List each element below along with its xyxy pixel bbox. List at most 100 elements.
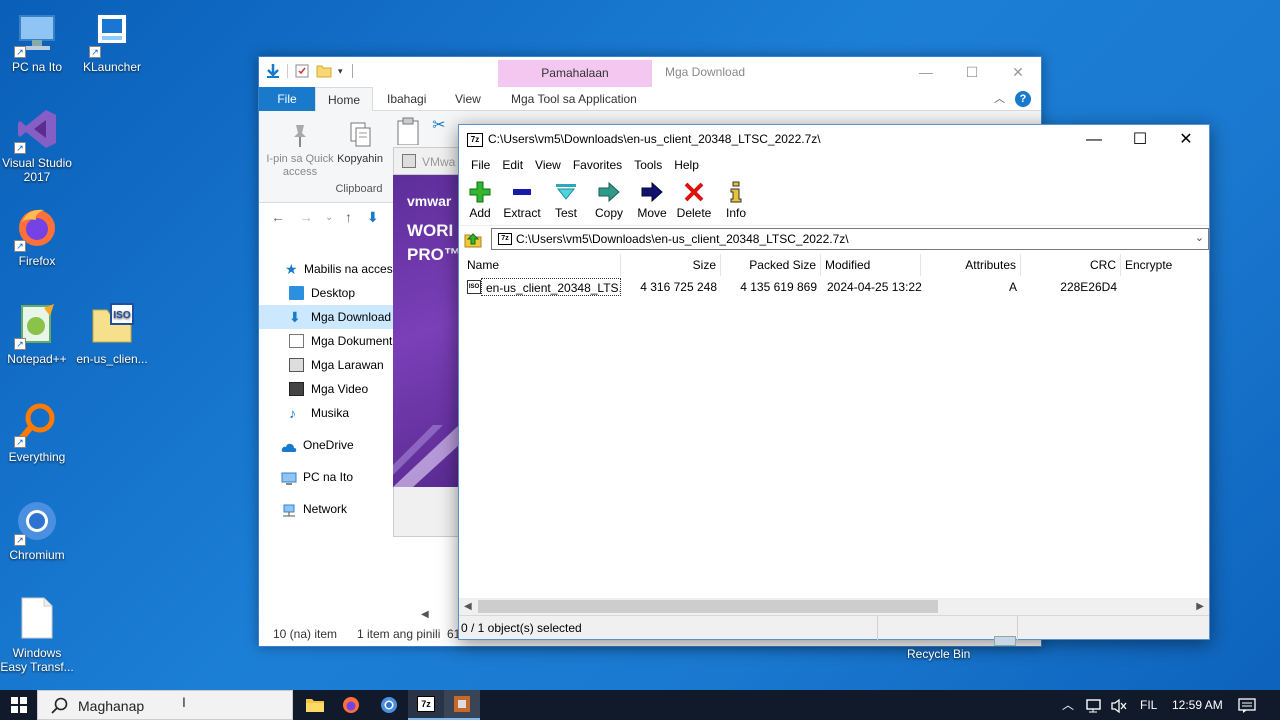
sidebar-item-videos[interactable]: Mga Video xyxy=(259,377,394,401)
sidebar-item-music[interactable]: ♪ Musika xyxy=(259,401,394,425)
extract-button[interactable]: Extract xyxy=(501,180,543,220)
move-button[interactable]: Move xyxy=(635,180,669,220)
cut-button[interactable]: ✂ xyxy=(429,115,449,135)
column-header-name[interactable]: Name xyxy=(463,254,621,276)
firefox-icon: ↗ xyxy=(14,204,60,252)
sevenzip-window[interactable]: 7z C:\Users\vm5\Downloads\en-us_client_2… xyxy=(458,124,1210,640)
address-dropdown-icon[interactable]: ⌄ xyxy=(1195,231,1204,244)
copy-button[interactable]: Copy xyxy=(593,180,625,220)
recycle-bin-icon[interactable] xyxy=(994,636,1016,646)
taskbar-firefox[interactable] xyxy=(333,690,369,720)
context-tab-pamahalaan[interactable]: Pamahalaan xyxy=(498,60,652,87)
documents-folder-icon xyxy=(289,334,304,348)
menu-view[interactable]: View xyxy=(529,154,567,176)
tab-home[interactable]: Home xyxy=(315,87,373,111)
sidebar-item-documents[interactable]: Mga Dokument xyxy=(259,329,394,353)
show-hidden-icons[interactable]: ︿ xyxy=(1062,690,1074,720)
help-icon[interactable]: ? xyxy=(1015,91,1031,107)
sidebar-item-desktop[interactable]: Desktop xyxy=(259,281,394,305)
test-button[interactable]: Test xyxy=(551,180,581,220)
taskbar-chromium[interactable] xyxy=(371,690,407,720)
sidebar-item-pictures[interactable]: Mga Larawan xyxy=(259,353,394,377)
address-input[interactable]: 7z C:\Users\vm5\Downloads\en-us_client_2… xyxy=(491,228,1209,250)
vmware-titlebar[interactable]: VMwa xyxy=(393,147,459,175)
menu-edit[interactable]: Edit xyxy=(496,154,529,176)
horizontal-scrollbar[interactable]: ◀ ▶ xyxy=(459,598,1209,615)
column-header-crc[interactable]: CRC xyxy=(1021,254,1121,276)
scroll-right-icon[interactable]: ▶ xyxy=(1196,598,1204,615)
copy-button[interactable]: Kopyahin xyxy=(333,121,387,165)
minimize-button[interactable]: — xyxy=(1071,125,1117,154)
maximize-button[interactable]: ☐ xyxy=(949,57,995,87)
minimize-button[interactable]: — xyxy=(903,57,949,87)
desktop-icon-iso[interactable]: ISO en-us_clien... xyxy=(73,302,151,366)
maximize-button[interactable]: ☐ xyxy=(1117,125,1163,154)
desktop-icon-everything[interactable]: ↗ Everything xyxy=(0,400,76,464)
add-button[interactable]: Add xyxy=(465,180,495,220)
chromium-icon: ↗ xyxy=(14,498,60,546)
menu-favorites[interactable]: Favorites xyxy=(567,154,628,176)
language-indicator[interactable]: FIL xyxy=(1140,690,1157,720)
dropdown-icon[interactable]: ▾ xyxy=(338,63,346,79)
up-arrow-icon[interactable]: ↑ xyxy=(345,209,352,225)
column-header-packed-size[interactable]: Packed Size xyxy=(721,254,821,276)
tab-application-tools[interactable]: Mga Tool sa Application xyxy=(511,87,637,111)
taskbar-file-explorer[interactable] xyxy=(297,690,333,720)
collapse-ribbon-icon[interactable]: ︿ xyxy=(994,91,1005,107)
sidebar-item-quick-access[interactable]: ★ Mabilis na access xyxy=(259,257,394,281)
back-arrow-icon[interactable]: ← xyxy=(271,209,285,225)
desktop-icon-easy-transfer[interactable]: Windows Easy Transf... xyxy=(0,596,76,674)
desktop-icon-chromium[interactable]: ↗ Chromium xyxy=(0,498,76,562)
iso-file-icon: ISO xyxy=(89,302,135,348)
menu-help[interactable]: Help xyxy=(668,154,705,176)
column-header-attributes[interactable]: Attributes xyxy=(921,254,1021,276)
start-button[interactable] xyxy=(0,690,37,720)
explorer-scroll-left-icon[interactable]: ◀ xyxy=(421,609,429,620)
desktop-icon-visual-studio[interactable]: ↗ Visual Studio 2017 xyxy=(0,106,76,184)
sidebar-item-onedrive[interactable]: OneDrive xyxy=(259,433,394,457)
taskbar-vmware[interactable] xyxy=(444,690,480,720)
folder-up-icon[interactable] xyxy=(463,230,483,248)
info-button[interactable]: Info xyxy=(723,180,749,220)
tab-view[interactable]: View xyxy=(455,87,481,111)
desktop-icon-pc[interactable]: ↗ PC na Ito xyxy=(0,10,76,74)
desktop-icon-klauncher[interactable]: ↗ KLauncher xyxy=(73,10,151,74)
launcher-icon: ↗ xyxy=(89,10,135,58)
column-header-modified[interactable]: Modified xyxy=(821,254,921,276)
notification-center-icon[interactable] xyxy=(1238,690,1256,720)
scrollbar-thumb[interactable] xyxy=(478,600,938,613)
download-arrow-icon[interactable] xyxy=(265,63,281,79)
column-header-encrypted[interactable]: Encrypte xyxy=(1121,254,1209,276)
recent-dropdown-icon[interactable]: ⌄ xyxy=(325,212,333,223)
recycle-bin-label[interactable]: Recycle Bin xyxy=(907,647,970,661)
delete-button[interactable]: Delete xyxy=(675,180,713,220)
explorer-titlebar[interactable]: ▾ Pamahalaan Mga Download — ☐ ✕ xyxy=(259,57,1041,87)
forward-arrow-icon[interactable]: → xyxy=(299,209,313,225)
sidebar-item-this-pc[interactable]: PC na Ito xyxy=(259,465,394,489)
pictures-folder-icon xyxy=(289,358,304,372)
menu-file[interactable]: File xyxy=(465,154,496,176)
new-folder-icon[interactable] xyxy=(316,63,332,79)
sidebar-item-network[interactable]: Network xyxy=(259,497,394,521)
scroll-left-icon[interactable]: ◀ xyxy=(464,598,472,615)
taskbar-7zip[interactable]: 7z xyxy=(408,690,444,720)
encrypted-cell xyxy=(1121,278,1209,296)
pin-quick-access-button[interactable]: I-pin sa Quick access xyxy=(265,121,335,179)
menu-tools[interactable]: Tools xyxy=(628,154,668,176)
volume-muted-icon[interactable] xyxy=(1110,690,1128,720)
close-button[interactable]: ✕ xyxy=(995,57,1041,87)
desktop-icon-firefox[interactable]: ↗ Firefox xyxy=(0,204,76,268)
paste-button[interactable] xyxy=(393,117,423,149)
tab-file[interactable]: File xyxy=(259,87,315,111)
tab-share[interactable]: Ibahagi xyxy=(387,87,426,111)
sidebar-item-downloads[interactable]: ⬇ Mga Download xyxy=(259,305,394,329)
close-button[interactable]: ✕ xyxy=(1163,125,1209,154)
clock[interactable]: 12:59 AM xyxy=(1172,690,1223,720)
properties-icon[interactable] xyxy=(294,63,310,79)
column-header-size[interactable]: Size xyxy=(621,254,721,276)
desktop-folder-icon xyxy=(289,286,304,300)
network-tray-icon[interactable] xyxy=(1086,690,1104,720)
sevenzip-titlebar[interactable]: 7z C:\Users\vm5\Downloads\en-us_client_2… xyxy=(459,125,1209,154)
search-box[interactable]: Maghanap I xyxy=(37,690,293,720)
desktop-icon-notepadpp[interactable]: ↗ Notepad++ xyxy=(0,302,76,366)
